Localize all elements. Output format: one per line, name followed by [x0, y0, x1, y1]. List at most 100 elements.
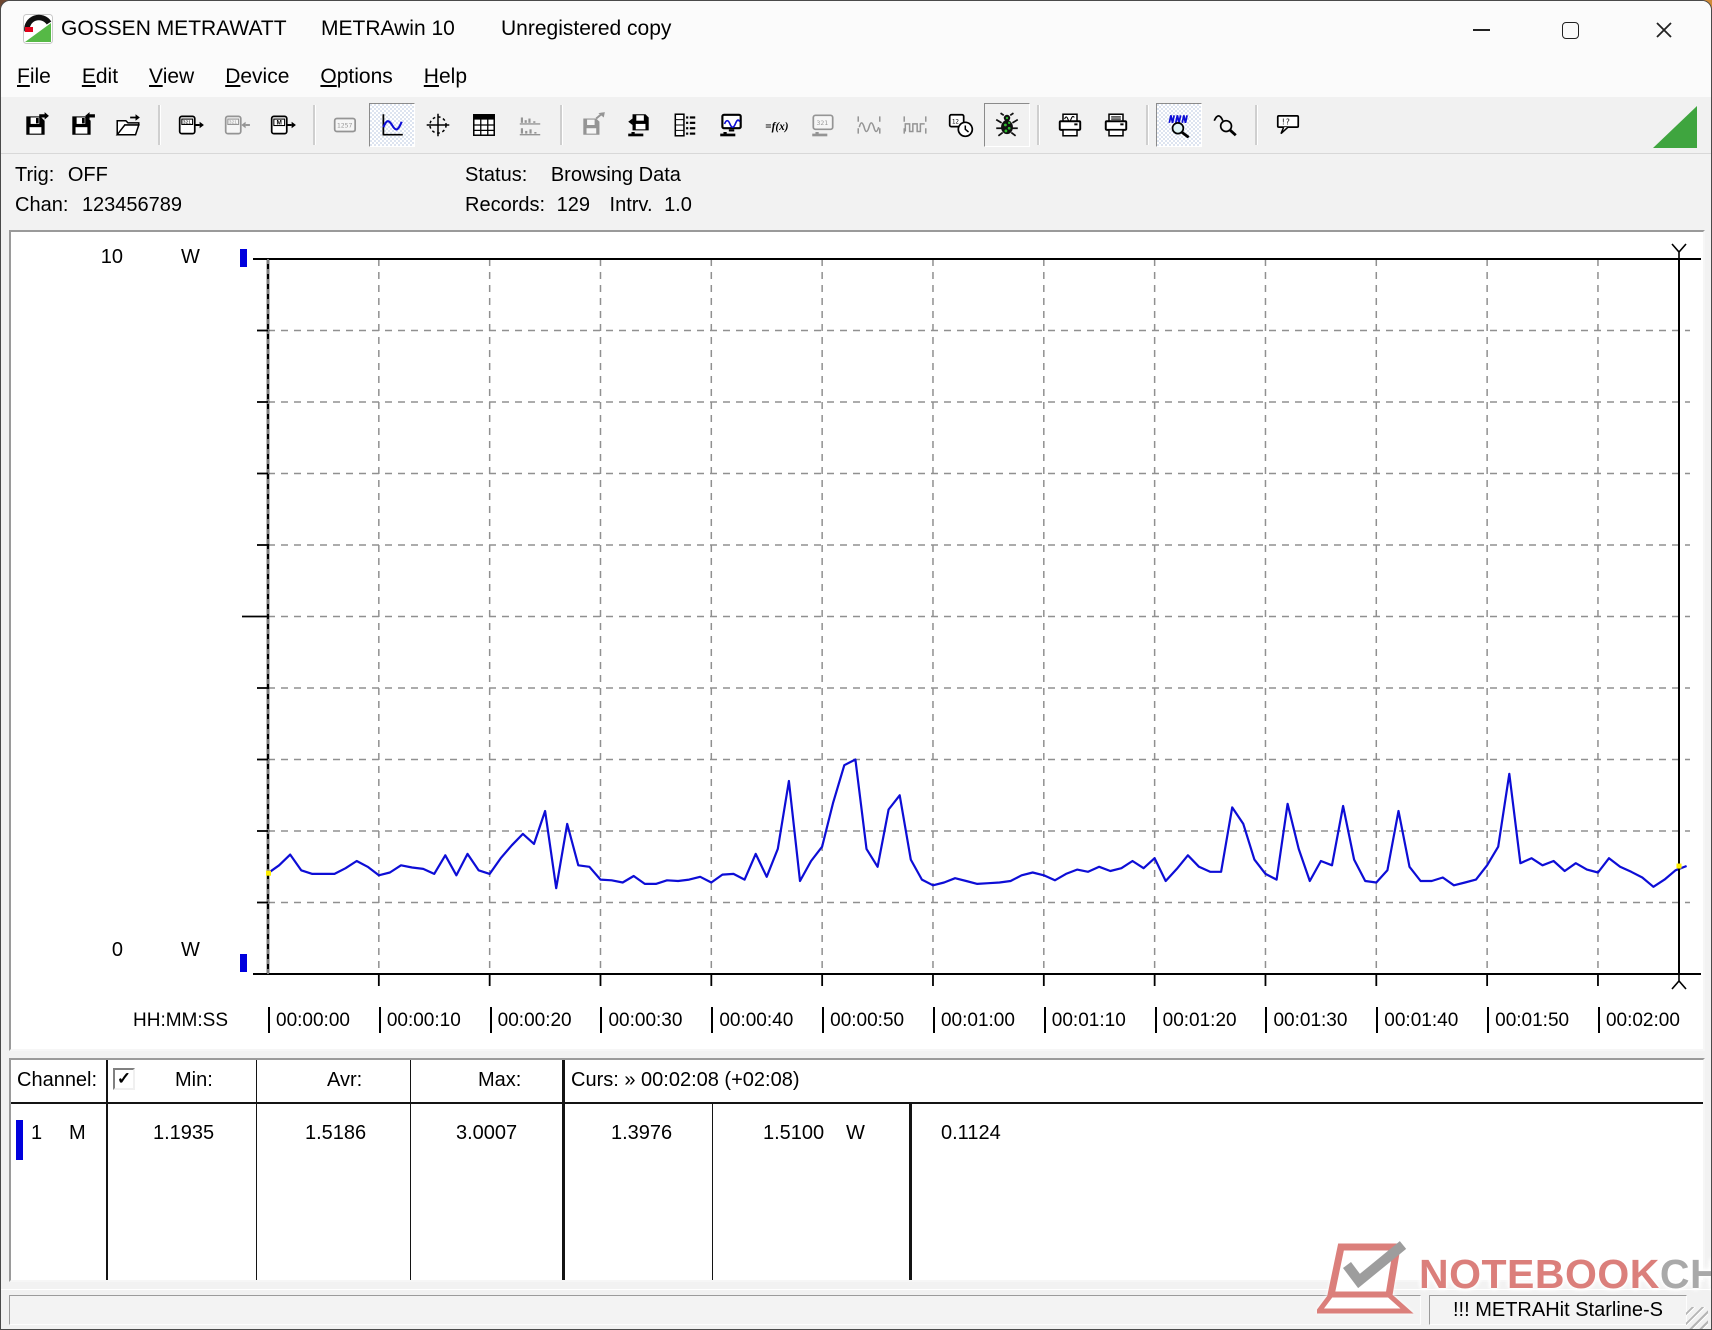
- floppy-in-icon: [68, 112, 96, 138]
- live-monitor-button[interactable]: [708, 103, 754, 147]
- chan-value: 123456789: [82, 194, 182, 216]
- data-table-view-button[interactable]: [461, 103, 507, 147]
- x-tick-label: 00:01:20: [1163, 1010, 1237, 1032]
- toolbar-separator: [1146, 105, 1149, 145]
- minimize-button[interactable]: [1460, 11, 1502, 49]
- device-321-out-icon: 321: [177, 112, 205, 138]
- yt-chart-view-button[interactable]: [369, 103, 415, 147]
- fx-icon: =f(x): [763, 112, 791, 138]
- x-axis-format-label: HH:MM:SS: [133, 1010, 228, 1032]
- notebookcheck-laptop-icon: [1317, 1239, 1419, 1327]
- menu-file[interactable]: File: [17, 65, 51, 89]
- x-axis-labels: HH:MM:SS 00:00:0000:00:1000:00:2000:00:3…: [11, 1006, 1703, 1038]
- app-brand: GOSSEN METRAWATT: [61, 17, 287, 41]
- close-button[interactable]: [1643, 11, 1685, 49]
- menu-device[interactable]: Device: [225, 65, 289, 89]
- time-settings-button[interactable]: 12: [938, 103, 984, 147]
- app-title: METRAwin 10: [321, 17, 455, 41]
- maximize-button[interactable]: [1549, 11, 1591, 49]
- menu-options[interactable]: Options: [320, 65, 392, 89]
- save-data-file-button[interactable]: [59, 103, 105, 147]
- zoom-window-button[interactable]: [1202, 103, 1248, 147]
- channel-setup-button[interactable]: [662, 103, 708, 147]
- channel-color-bar: [16, 1120, 23, 1160]
- xy-chart-view-button[interactable]: [415, 103, 461, 147]
- y-axis-min-label: 0: [79, 939, 123, 962]
- printer-chart-icon: [1056, 112, 1084, 138]
- toolbar-separator: [560, 105, 563, 145]
- monitor-wave-icon: [717, 112, 745, 138]
- toolbar-separator: [1037, 105, 1040, 145]
- read-device-button[interactable]: 321: [168, 103, 214, 147]
- print-button[interactable]: [1093, 103, 1139, 147]
- table-divider: [712, 1102, 713, 1280]
- cell-cursor2: 1.5100: [763, 1122, 824, 1145]
- menu-help[interactable]: Help: [424, 65, 467, 89]
- records-label: Records:: [465, 194, 545, 216]
- x-tick-mark: [379, 1007, 381, 1033]
- title-bar: GOSSEN METRAWATT METRAwin 10 Unregistere…: [1, 1, 1711, 57]
- channel-status: Chan: 123456789: [15, 194, 182, 217]
- power-chart[interactable]: [11, 232, 1703, 1049]
- col-avr-header: Avr:: [327, 1069, 362, 1092]
- chart-panel: 10 W 0 W HH:MM:SS 00:00:0000:00:1000:00:…: [9, 230, 1705, 1051]
- sine-wave-icon: [855, 112, 883, 138]
- status-info-bar: Trig: OFF Chan: 123456789 Status: Browsi…: [1, 155, 1711, 229]
- zoom-curves-button[interactable]: [1156, 103, 1202, 147]
- cell-cursor1: 1.3976: [611, 1122, 672, 1145]
- watermark-check-text: CHECK: [1660, 1251, 1712, 1298]
- record-to-disk-button[interactable]: [616, 103, 662, 147]
- open-folder-button[interactable]: [105, 103, 151, 147]
- y-axis-unit-bottom: W: [181, 939, 200, 962]
- license-status: Unregistered copy: [501, 17, 671, 41]
- toolbar-separator: [158, 105, 161, 145]
- read-memory-button[interactable]: M: [260, 103, 306, 147]
- toolbar-separator: [1255, 105, 1258, 145]
- toolbar-separator: [313, 105, 316, 145]
- x-tick-label: 00:00:10: [387, 1010, 461, 1032]
- cursor2-value-dot: [1677, 864, 1682, 869]
- close-icon: [1655, 21, 1673, 39]
- export-data-button: [570, 103, 616, 147]
- menu-edit[interactable]: Edit: [82, 65, 118, 89]
- x-tick-mark: [1265, 1007, 1267, 1033]
- zoom-wave-icon: [1211, 112, 1239, 138]
- y-min-channel-marker[interactable]: [240, 954, 247, 972]
- demo-mode-button[interactable]: [984, 103, 1030, 147]
- formula-editor-button[interactable]: =f(x): [754, 103, 800, 147]
- watermark-notebook-text: NOTEBOOK: [1419, 1251, 1660, 1298]
- cell-avr: 1.5186: [305, 1122, 366, 1145]
- svg-text:!?: !?: [1281, 117, 1290, 126]
- device-321-in-icon: 321: [223, 112, 251, 138]
- x-tick-label: 00:01:10: [1052, 1010, 1126, 1032]
- printer-icon: [1102, 112, 1130, 138]
- print-preview-button[interactable]: [1047, 103, 1093, 147]
- device-lcd-button: 321: [800, 103, 846, 147]
- minimize-icon: [1473, 29, 1490, 31]
- x-tick-mark: [600, 1007, 602, 1033]
- floppy-share-icon: [579, 112, 607, 138]
- folder-icon: [114, 112, 142, 138]
- cursor1-value-dot: [266, 871, 271, 876]
- menu-view[interactable]: View: [149, 65, 194, 89]
- col-cursor-header: Curs: » 00:02:08 (+02:08): [571, 1069, 799, 1092]
- cell-min: 1.1935: [153, 1122, 214, 1145]
- open-data-file-button[interactable]: [13, 103, 59, 147]
- cell-channel: 1: [31, 1122, 42, 1145]
- x-tick-label: 00:00:50: [830, 1010, 904, 1032]
- x-tick-mark: [1598, 1007, 1600, 1033]
- x-tick-mark: [1044, 1007, 1046, 1033]
- svg-text:1257: 1257: [337, 122, 353, 130]
- send-device-button: 321: [214, 103, 260, 147]
- hints-button[interactable]: !?: [1265, 103, 1311, 147]
- x-tick-mark: [933, 1007, 935, 1033]
- statusbar-message-panel: [9, 1295, 1421, 1325]
- device-m-out-icon: M: [269, 112, 297, 138]
- channel-visible-checkbox[interactable]: ✓: [113, 1068, 135, 1090]
- x-tick-mark: [1155, 1007, 1157, 1033]
- x-tick-label: 00:00:20: [498, 1010, 572, 1032]
- svg-text:321: 321: [229, 120, 237, 126]
- pulse-output-button: [892, 103, 938, 147]
- y-max-channel-marker[interactable]: [240, 249, 247, 267]
- chan-label: Chan:: [15, 194, 68, 216]
